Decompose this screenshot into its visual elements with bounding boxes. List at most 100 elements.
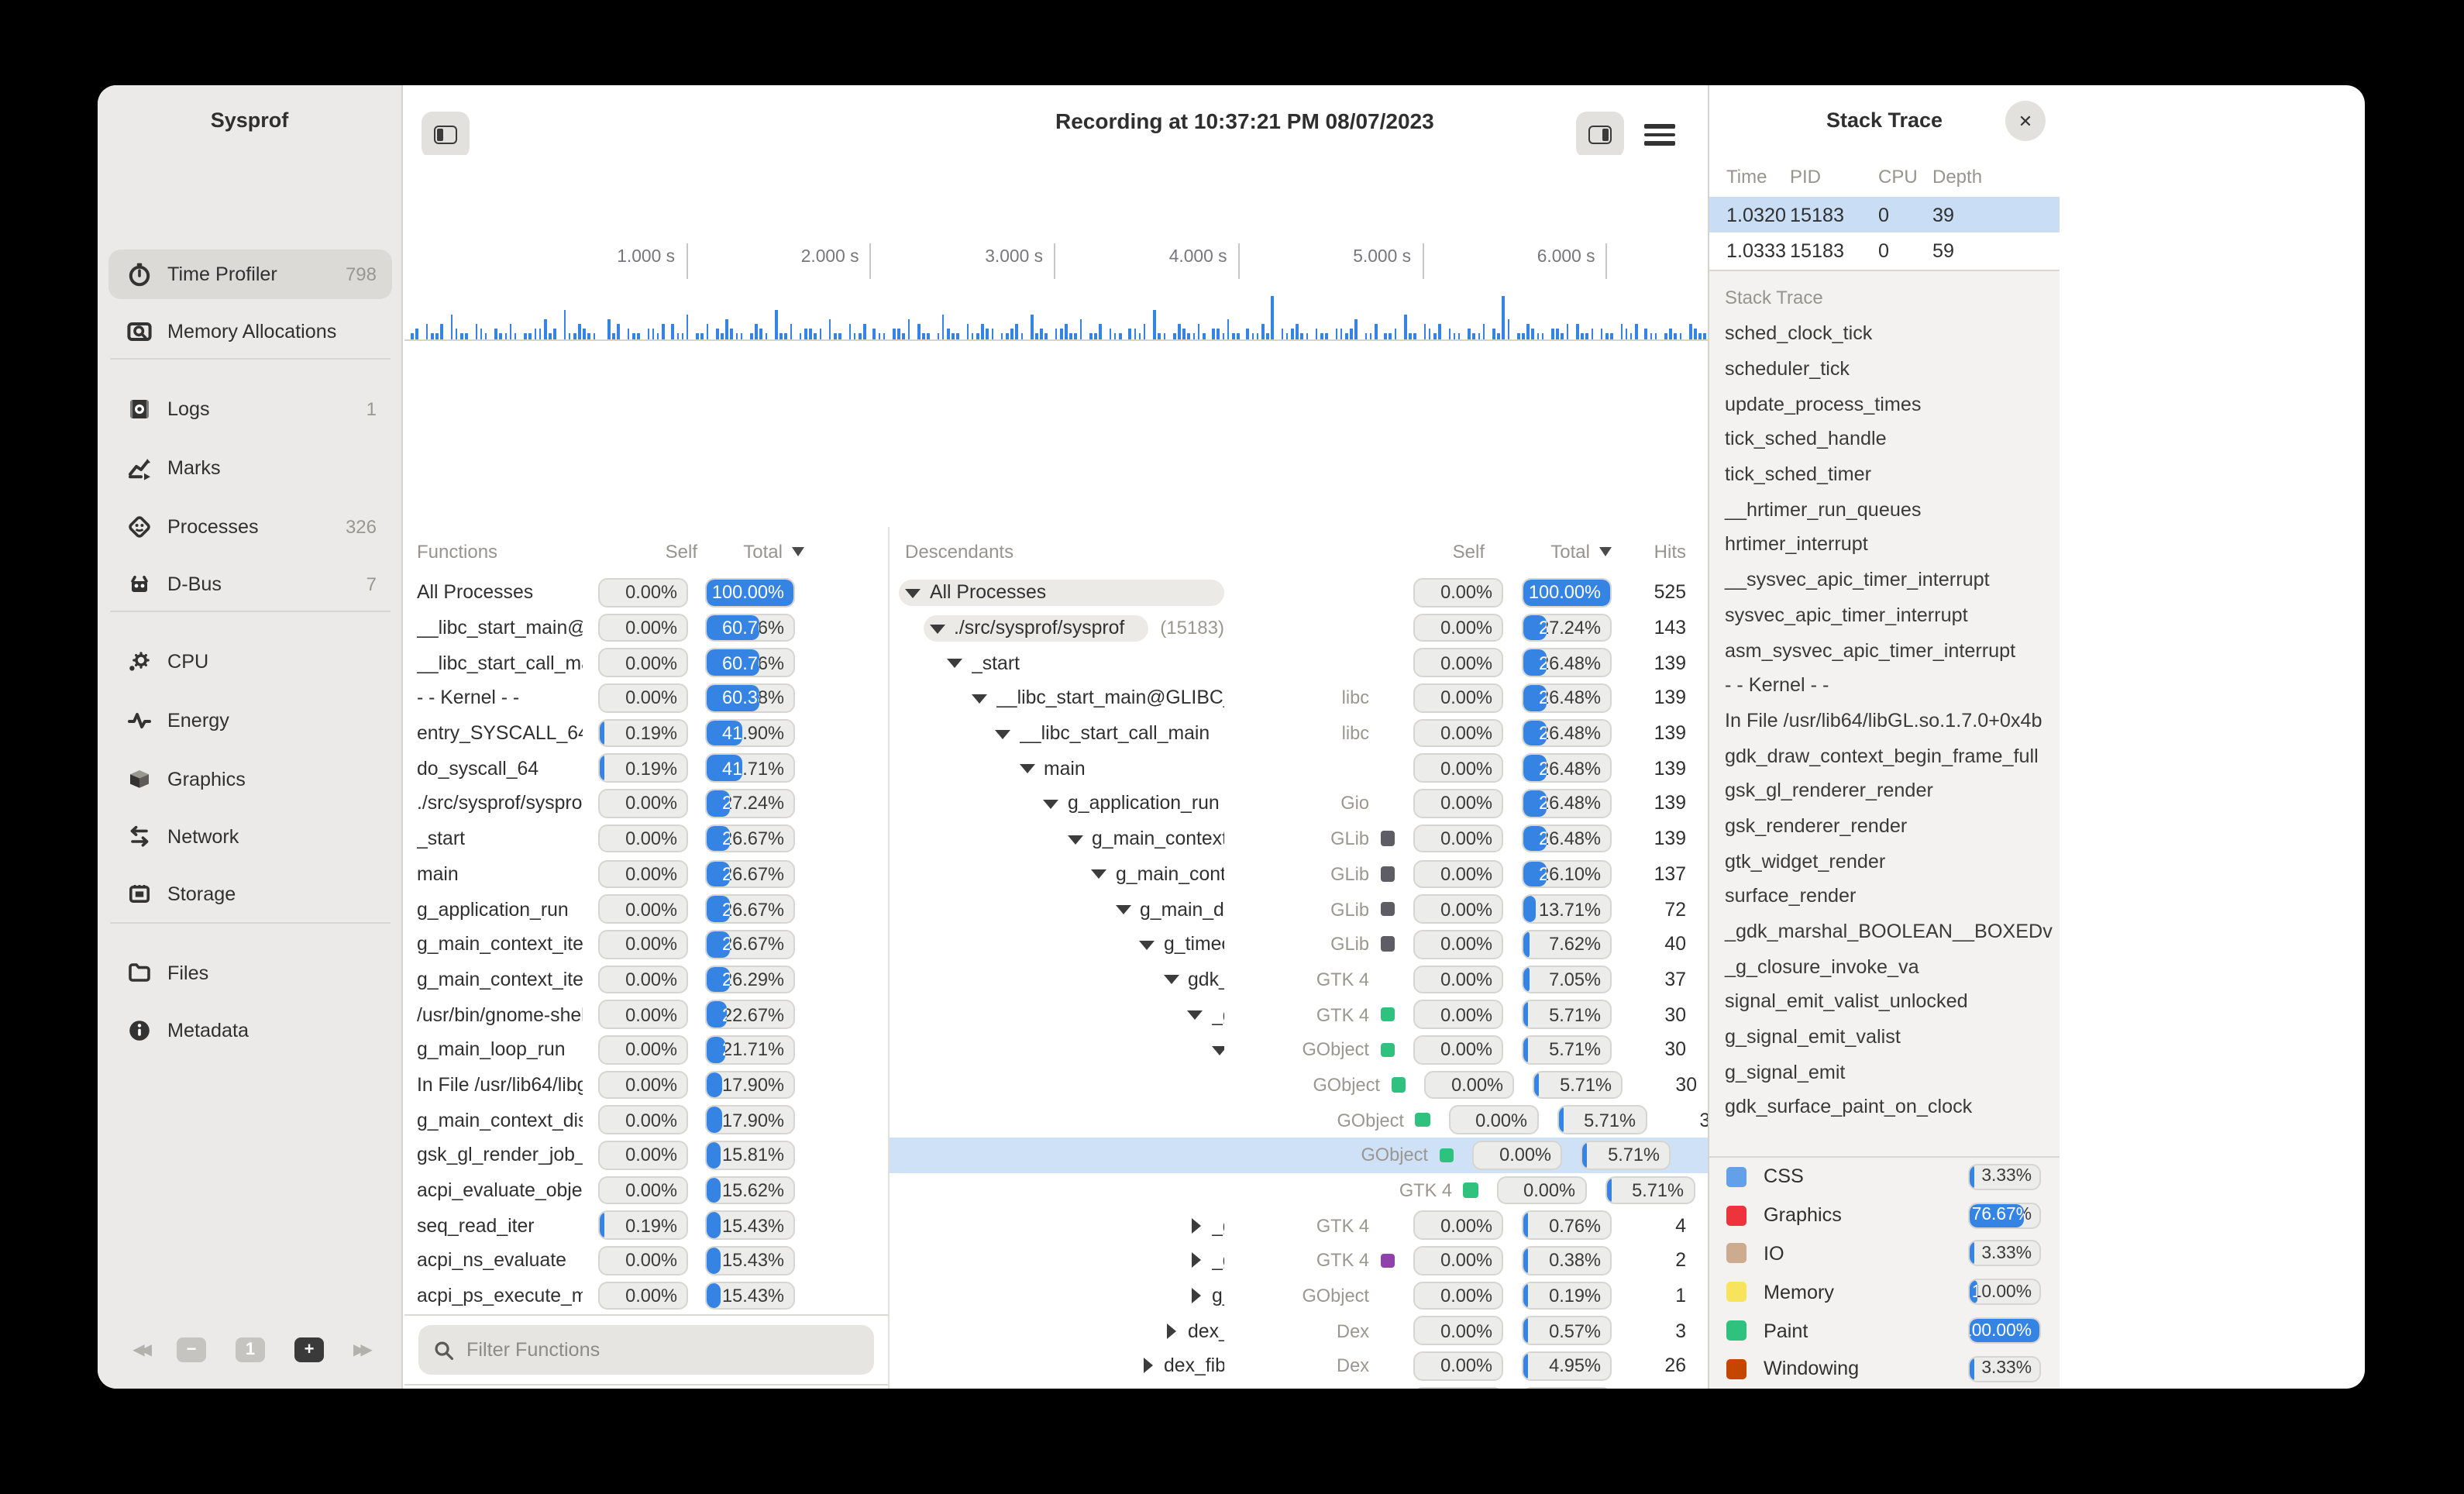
function-row[interactable]: acpi_evaluate_object0.00%15.62%15.62% [404,1172,888,1207]
expander-open-icon[interactable] [1091,866,1106,882]
descendant-row[interactable]: _gdk_frame_clock_emit_paintGTK 40.00%5.7… [890,997,1708,1032]
samples-col-depth[interactable]: Depth [1932,166,2060,188]
stack-frame-row[interactable]: _gdk_marshal_BOOLEAN__BOXEDv [1709,914,2060,948]
sample-row[interactable]: 1.033315183059 [1709,232,2060,268]
seek-forward-icon[interactable]: ▶▶ [353,1341,368,1358]
function-row[interactable]: - - Kernel - -0.00%60.38%60.38% [404,680,888,715]
sidebar-item-files[interactable]: Files [108,948,392,998]
function-row[interactable]: entry_SYSCALL_64_a0.19%0.19%41.90%41.90% [404,716,888,751]
stack-frame-row[interactable]: __sysvec_apic_timer_interrupt [1709,563,2060,597]
ds-total-column-label[interactable]: Total [1503,540,1612,562]
sidebar-item-cpu[interactable]: CPU [108,637,392,687]
sidebar-item-storage[interactable]: Storage [108,869,392,919]
expander-closed-icon[interactable] [1187,1217,1203,1233]
descendant-row[interactable]: g_application_runGio0.00%26.48%26.48%139 [890,786,1708,821]
descendant-row[interactable]: main0.00%26.48%26.48%139 [890,751,1708,786]
sidebar-item-energy[interactable]: Energy [108,696,392,745]
function-row[interactable]: g_application_run0.00%26.67%26.67% [404,891,888,926]
stack-frame-row[interactable]: tick_sched_timer [1709,457,2060,492]
descendants-column-label[interactable]: Descendants [890,540,1395,562]
expander-open-icon[interactable] [1187,1007,1203,1022]
expander-open-icon[interactable] [995,725,1010,741]
expander-open-icon[interactable] [1019,761,1034,776]
stack-frame-row[interactable]: signal_emit_valist_unlocked [1709,984,2060,1019]
ds-self-column-label[interactable]: Self [1395,540,1485,562]
stack-frame-row[interactable]: _g_closure_invoke_va [1709,949,2060,984]
function-row[interactable]: _start0.00%26.67%26.67% [404,821,888,856]
stack-frame-row[interactable]: In File /usr/lib64/libGL.so.1.7.0+0x4b [1709,703,2060,738]
toggle-left-sidebar-button[interactable] [422,112,470,158]
expander-closed-icon[interactable] [1187,1288,1203,1303]
samples-col-pid[interactable]: PID [1790,166,1878,188]
function-row[interactable]: g_main_context_itera0.00%26.29%26.29% [404,962,888,997]
stack-frame-row[interactable]: sysvec_apic_timer_interrupt [1709,597,2060,632]
toggle-right-panel-button[interactable] [1576,112,1624,158]
stack-frame-row[interactable]: tick_sched_handle [1709,422,2060,456]
stack-frame-row[interactable]: sched_clock_tick [1709,316,2060,351]
expander-open-icon[interactable] [1115,901,1130,917]
descendant-row[interactable]: _start0.00%26.48%26.48%139 [890,645,1708,680]
descendant-row[interactable]: signal_emit_valist_unlockedGObject0.00%5… [890,1103,1708,1138]
stack-frame-row[interactable]: hrtimer_interrupt [1709,527,2060,562]
stack-frame-row[interactable]: g_signal_emit [1709,1055,2060,1090]
expander-open-icon[interactable] [929,620,945,635]
zoom-out-button[interactable]: − [177,1337,206,1362]
descendant-row[interactable]: __libc_start_main@GLIBC_2.2.5libc0.00%26… [890,680,1708,715]
functions-column-label[interactable]: Functions [404,540,607,562]
descendant-row[interactable]: __libc_start_call_mainlibc0.00%26.48%26.… [890,716,1708,751]
descendant-row[interactable]: g_timeout_dispatchGLib0.00%7.62%7.62%40 [890,927,1708,962]
hamburger-menu-icon[interactable] [1644,119,1675,150]
stack-frame-row[interactable]: __hrtimer_run_queues [1709,492,2060,527]
stack-frame-row[interactable]: scheduler_tick [1709,351,2060,386]
descendant-row[interactable]: g_main_context_iterate_unlocked.isra.0GL… [890,856,1708,891]
expander-open-icon[interactable] [1139,936,1155,952]
descendant-row[interactable]: _gdk_frame_clock_emit_layoutGTK 40.00%0.… [890,1243,1708,1278]
total-column-label[interactable]: Total [697,540,804,562]
close-icon[interactable]: ✕ [2005,101,2046,141]
sidebar-item-d-bus[interactable]: D-Bus7 [108,559,392,609]
expander-closed-icon[interactable] [1139,1358,1155,1374]
descendant-row[interactable]: dex_timeout_source_funcDex0.00%0.57%0.57… [890,1313,1708,1348]
function-row[interactable]: seq_read_iter0.19%0.19%15.43%15.43% [404,1208,888,1243]
stack-frame-row[interactable]: gdk_draw_context_begin_frame_full [1709,738,2060,773]
expander-open-icon[interactable] [1067,831,1082,846]
function-row[interactable]: acpi_ns_evaluate0.00%15.43%15.43% [404,1243,888,1278]
stack-frame-row[interactable]: surface_render [1709,879,2060,914]
ds-hits-column-label[interactable]: Hits [1621,540,1686,562]
descendant-row[interactable]: ./src/sysprof/sysprof(15183)0.00%27.24%2… [890,610,1708,645]
expander-open-icon[interactable] [1043,796,1058,811]
filter-functions-input[interactable]: Filter Functions [418,1325,874,1375]
stack-frame-row[interactable]: update_process_times [1709,387,2060,422]
descendant-row[interactable]: g_signal_emitGObject0.00%5.71%5.71%30 [890,1032,1708,1067]
descendant-row[interactable]: g_signal_emit_valistGObject0.00%5.71%5.7… [890,1067,1708,1102]
expander-closed-icon[interactable] [1187,1253,1203,1269]
function-row[interactable]: main0.00%26.67%26.67% [404,856,888,891]
function-row[interactable]: __libc_start_main@G0.00%60.76%60.76% [404,610,888,645]
descendant-row[interactable]: gdk_surface_paint_on_clockGTK 40.00%5.71… [890,1172,1708,1207]
function-row[interactable]: acpi_ps_execute_met0.00%15.43%15.43% [404,1279,888,1313]
descendant-row[interactable]: g_main_context_iterationGLib0.00%26.48%2… [890,821,1708,856]
expander-open-icon[interactable] [1211,1042,1224,1058]
stack-frame-row[interactable]: - - Kernel - - [1709,668,2060,703]
descendant-row[interactable]: gdk_frame_clock_paint_idleGTK 40.00%7.05… [890,962,1708,997]
function-row[interactable]: All Processes0.00%100.00%100.00% [404,575,888,610]
samples-col-cpu[interactable]: CPU [1878,166,1932,188]
descendant-row[interactable]: dex_fiber_scheduler_dispatchDex0.00%4.95… [890,1348,1708,1383]
sidebar-item-metadata[interactable]: Metadata [108,1006,392,1055]
stack-frame-row[interactable]: g_signal_emit_valist [1709,1020,2060,1055]
sidebar-item-marks[interactable]: Marks [108,443,392,493]
sample-row[interactable]: 1.032015183039 [1709,197,2060,232]
sidebar-item-network[interactable]: Network [108,812,392,862]
expander-open-icon[interactable] [947,655,962,670]
expander-open-icon[interactable] [971,690,986,706]
function-row[interactable]: ./src/sysprof/sysprof0.00%27.24%27.24% [404,786,888,821]
expander-closed-icon[interactable] [1163,1324,1179,1339]
self-column-label[interactable]: Self [607,540,697,562]
function-row[interactable]: gsk_gl_render_job_vi0.00%15.81%15.81% [404,1138,888,1172]
timeline[interactable]: 1.000 s2.000 s3.000 s4.000 s5.000 s6.000… [404,155,1708,341]
descendant-row[interactable]: g_signal_emitGObject0.00%0.19%0.19%1 [890,1279,1708,1313]
function-row[interactable]: g_main_context_disp0.00%17.90%17.90% [404,1103,888,1138]
zoom-in-button[interactable]: + [294,1337,324,1362]
function-row[interactable]: __libc_start_call_mai0.00%60.76%60.76% [404,645,888,680]
sidebar-item-logs[interactable]: Logs1 [108,384,392,434]
